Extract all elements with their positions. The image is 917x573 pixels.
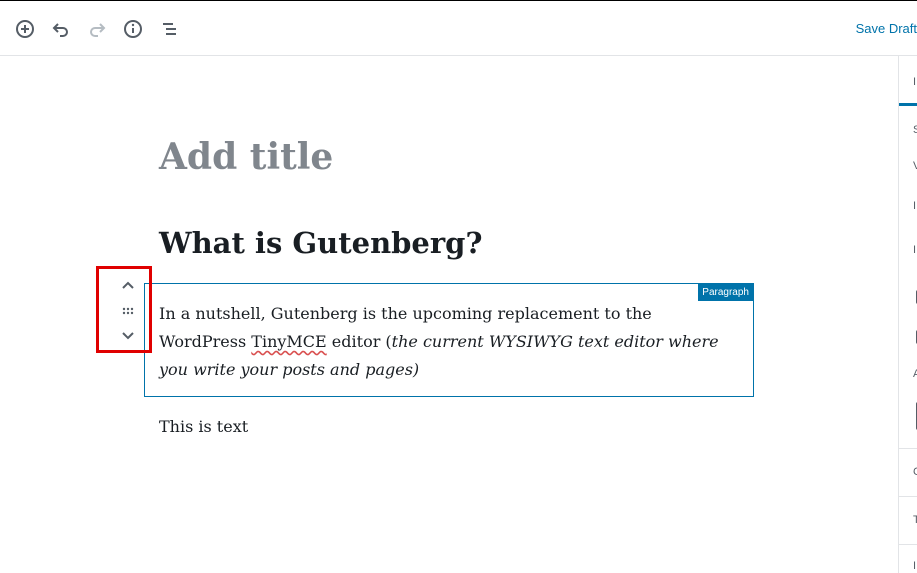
paragraph-block[interactable]: In a nutshell, Gutenberg is the upcoming…: [159, 300, 719, 384]
plus-circle-icon: [16, 20, 34, 38]
heading-block[interactable]: What is Gutenberg?: [159, 226, 482, 260]
chevron-down-icon: [122, 332, 134, 340]
sidebar-row-glyph: I: [913, 244, 917, 256]
sidebar-divider: [899, 544, 917, 545]
content-structure-button[interactable]: [119, 15, 147, 43]
post-title-input[interactable]: Add title: [159, 136, 333, 178]
drag-handle-icon: [122, 307, 134, 315]
editor-header: Save Draft: [0, 0, 917, 56]
sidebar-panel-glyph[interactable]: I: [913, 560, 916, 572]
sidebar-panel-glyph[interactable]: T: [913, 514, 917, 526]
sidebar-divider: [899, 496, 917, 497]
drag-handle[interactable]: [118, 301, 138, 321]
sidebar-tab-glyph: I: [913, 76, 917, 88]
paragraph-block[interactable]: This is text: [159, 417, 248, 436]
redo-button[interactable]: [83, 15, 111, 43]
sidebar-row-glyph: V: [913, 160, 917, 172]
list-outline-icon: [163, 23, 176, 35]
redo-icon: [90, 23, 106, 37]
sidebar-panel-glyph[interactable]: C: [913, 466, 917, 478]
undo-button[interactable]: [47, 15, 75, 43]
sidebar-row-glyph: S: [913, 124, 917, 136]
chevron-up-icon: [122, 281, 134, 289]
save-draft-button[interactable]: Save Draft: [856, 21, 917, 36]
settings-sidebar: I S V I I A C T I: [898, 56, 917, 573]
paragraph-text: editor (: [326, 332, 392, 351]
block-navigation-button[interactable]: [155, 15, 183, 43]
move-down-button[interactable]: [118, 325, 138, 345]
misspelled-word: TinyMCE: [251, 332, 327, 351]
add-block-button[interactable]: [11, 15, 39, 43]
sidebar-row-glyph: I: [913, 200, 917, 212]
sidebar-row-glyph: A: [913, 368, 917, 380]
undo-icon: [52, 23, 68, 37]
info-icon: [124, 20, 142, 38]
sidebar-divider: [899, 448, 917, 449]
move-up-button[interactable]: [118, 276, 138, 296]
block-type-label: Paragraph: [698, 284, 753, 301]
